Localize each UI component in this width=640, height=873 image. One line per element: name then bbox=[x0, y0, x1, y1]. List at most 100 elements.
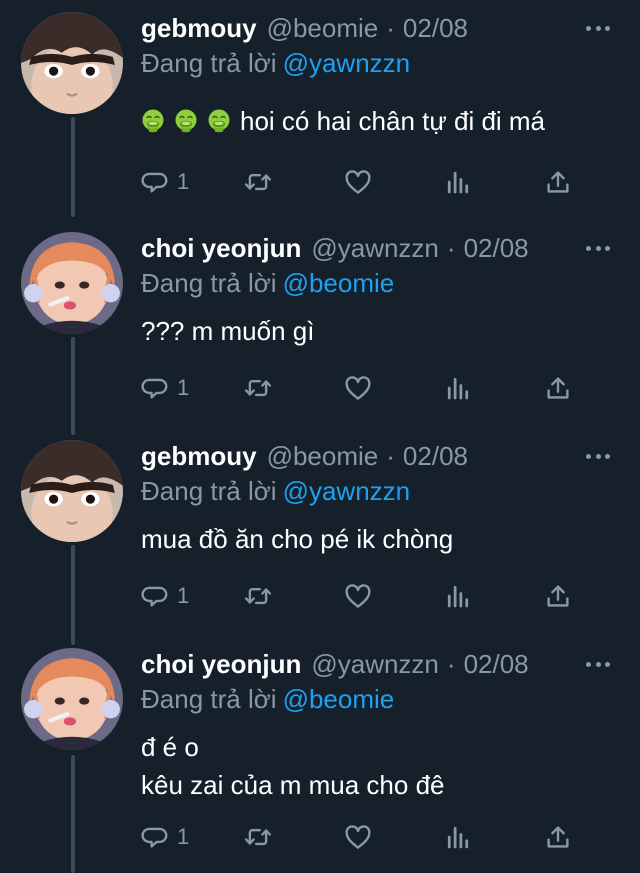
tweet-date[interactable]: 02/08 bbox=[464, 649, 529, 680]
retweet-button[interactable] bbox=[243, 165, 273, 199]
reply-context: Đang trả lời @beomie bbox=[141, 268, 394, 299]
analytics-button[interactable] bbox=[443, 165, 473, 199]
avatar[interactable] bbox=[21, 648, 123, 750]
reply-icon bbox=[141, 822, 171, 852]
share-button[interactable] bbox=[543, 820, 573, 854]
more-icon[interactable] bbox=[586, 236, 610, 260]
like-button[interactable] bbox=[343, 165, 373, 199]
reply-button[interactable]: 1 bbox=[141, 371, 189, 405]
retweet-icon bbox=[243, 167, 273, 197]
user-handle[interactable]: @beomie bbox=[267, 13, 379, 44]
retweet-button[interactable] bbox=[243, 820, 273, 854]
display-name[interactable]: choi yeonjun bbox=[141, 233, 301, 264]
mention-link[interactable]: @beomie bbox=[283, 268, 395, 298]
retweet-button[interactable] bbox=[243, 371, 273, 405]
user-handle[interactable]: @yawnzzn bbox=[311, 233, 439, 264]
mention-link[interactable]: @beomie bbox=[283, 684, 395, 714]
tweet-text: mua đồ ăn cho pé ik chòng bbox=[141, 524, 454, 554]
display-name[interactable]: gebmouy bbox=[141, 441, 257, 472]
analytics-icon bbox=[443, 822, 473, 852]
avatar[interactable] bbox=[21, 440, 123, 542]
share-button[interactable] bbox=[543, 165, 573, 199]
avatar[interactable] bbox=[21, 232, 123, 334]
heart-icon bbox=[343, 822, 373, 852]
more-icon[interactable] bbox=[586, 16, 610, 40]
avatar[interactable] bbox=[21, 12, 123, 114]
display-name[interactable]: choi yeonjun bbox=[141, 649, 301, 680]
tweet-date[interactable]: 02/08 bbox=[464, 233, 529, 264]
reply-count: 1 bbox=[177, 169, 190, 194]
tweet-text-line: đ é o bbox=[141, 732, 199, 762]
heart-icon bbox=[343, 167, 373, 197]
tweet-date[interactable]: 02/08 bbox=[403, 441, 468, 472]
tweet-header: gebmouy @beomie · 02/08 bbox=[141, 12, 468, 44]
share-button[interactable] bbox=[543, 371, 573, 405]
share-button[interactable] bbox=[543, 579, 573, 613]
retweet-icon bbox=[243, 822, 273, 852]
heart-icon bbox=[343, 373, 373, 403]
action-bar: 1 bbox=[141, 820, 581, 854]
share-icon bbox=[543, 581, 573, 611]
separator: · bbox=[446, 232, 456, 263]
user-handle[interactable]: @beomie bbox=[267, 441, 379, 472]
nauseated-face-emoji bbox=[141, 109, 165, 133]
reply-context: Đang trả lời @beomie bbox=[141, 684, 394, 715]
analytics-icon bbox=[443, 167, 473, 197]
retweet-button[interactable] bbox=[243, 579, 273, 613]
analytics-button[interactable] bbox=[443, 371, 473, 405]
reply-count: 1 bbox=[177, 583, 190, 608]
analytics-icon bbox=[443, 373, 473, 403]
like-button[interactable] bbox=[343, 820, 373, 854]
like-button[interactable] bbox=[343, 579, 373, 613]
share-icon bbox=[543, 373, 573, 403]
reply-count: 1 bbox=[177, 375, 190, 400]
tweet-text: ??? m muốn gì bbox=[141, 316, 315, 346]
tweet-header: gebmouy @beomie · 02/08 bbox=[141, 440, 468, 472]
like-button[interactable] bbox=[343, 371, 373, 405]
thread-line bbox=[71, 117, 75, 217]
separator: · bbox=[386, 12, 395, 43]
analytics-icon bbox=[443, 581, 473, 611]
user-handle[interactable]: @yawnzzn bbox=[311, 649, 439, 680]
separator: · bbox=[386, 440, 395, 471]
mention-link[interactable]: @yawnzzn bbox=[283, 476, 411, 506]
reply-context: Đang trả lời @yawnzzn bbox=[141, 476, 410, 507]
tweet-header: choi yeonjun @yawnzzn · 02/08 bbox=[141, 232, 529, 264]
reply-icon bbox=[141, 581, 171, 611]
retweet-icon bbox=[243, 581, 273, 611]
tweet-text-body: hoi có hai chân tự đi đi má bbox=[240, 106, 546, 136]
display-name[interactable]: gebmouy bbox=[141, 13, 257, 44]
reply-count: 1 bbox=[177, 824, 190, 849]
nauseated-face-emoji bbox=[174, 109, 198, 133]
reply-prefix: Đang trả lời bbox=[141, 268, 277, 298]
reply-prefix: Đang trả lời bbox=[141, 476, 277, 506]
retweet-icon bbox=[243, 373, 273, 403]
reply-context: Đang trả lời @yawnzzn bbox=[141, 48, 410, 79]
more-icon[interactable] bbox=[586, 444, 610, 468]
tweet-date[interactable]: 02/08 bbox=[403, 13, 468, 44]
tweet-text: hoi có hai chân tự đi đi má bbox=[141, 102, 545, 140]
analytics-button[interactable] bbox=[443, 820, 473, 854]
reply-prefix: Đang trả lời bbox=[141, 684, 277, 714]
reply-icon bbox=[141, 167, 171, 197]
tweet-text: đ é o kêu zai của m mua cho đê bbox=[141, 728, 445, 804]
reply-button[interactable]: 1 bbox=[141, 820, 189, 854]
analytics-button[interactable] bbox=[443, 579, 473, 613]
share-icon bbox=[543, 167, 573, 197]
share-icon bbox=[543, 822, 573, 852]
action-bar: 1 bbox=[141, 371, 581, 405]
more-icon[interactable] bbox=[586, 652, 610, 676]
thread-line bbox=[71, 545, 75, 645]
tweet-header: choi yeonjun @yawnzzn · 02/08 bbox=[141, 648, 529, 680]
reply-button[interactable]: 1 bbox=[141, 165, 189, 199]
thread-line bbox=[71, 337, 75, 435]
reply-prefix: Đang trả lời bbox=[141, 48, 277, 78]
tweet-text-line: kêu zai của m mua cho đê bbox=[141, 770, 445, 800]
reply-icon bbox=[141, 373, 171, 403]
thread-line bbox=[71, 755, 75, 873]
mention-link[interactable]: @yawnzzn bbox=[283, 48, 411, 78]
heart-icon bbox=[343, 581, 373, 611]
nauseated-face-emoji bbox=[207, 109, 231, 133]
reply-button[interactable]: 1 bbox=[141, 579, 189, 613]
action-bar: 1 bbox=[141, 165, 581, 199]
